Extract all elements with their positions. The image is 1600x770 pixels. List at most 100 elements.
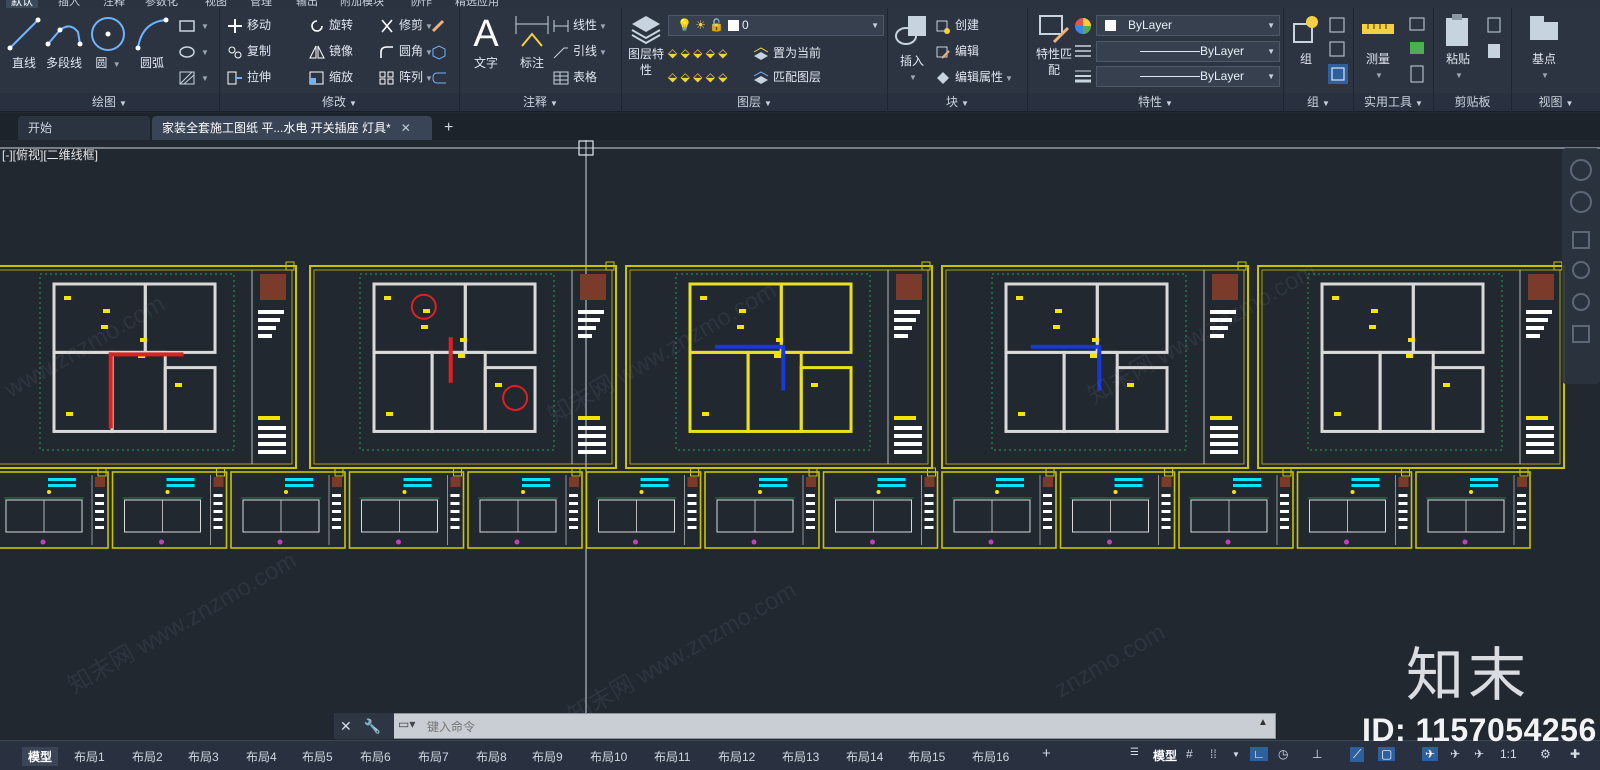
layer-properties-button[interactable]: 图层特性 (624, 12, 668, 78)
rectangle-button[interactable]: ▼ (178, 14, 209, 36)
menu-default[interactable]: 默认 (6, 0, 38, 8)
stretch-button[interactable]: 拉伸 (226, 66, 271, 88)
panel-view-title[interactable]: 视图 ▼ (1512, 93, 1600, 111)
tab-start[interactable]: 开始 (18, 116, 150, 140)
cad-canvas[interactable] (0, 140, 1600, 728)
grid-icon[interactable]: # (1186, 747, 1193, 761)
menu-output[interactable]: 输出 (296, 0, 318, 8)
annotation-visibility-icon[interactable]: ✈ (1422, 747, 1439, 761)
panel-annotation-title[interactable]: 注释 ▼ (460, 93, 621, 111)
layout-tab-11[interactable]: 布局11 (654, 748, 690, 765)
paste-button[interactable]: 粘贴 ▼ (1436, 12, 1480, 81)
text-button[interactable]: A 文字 (464, 12, 508, 71)
layout-tab-2[interactable]: 布局2 (132, 748, 163, 765)
status-menu-icon[interactable]: ☰ (1130, 747, 1139, 758)
snap-icon[interactable]: ⁞⁞ (1210, 747, 1217, 761)
menu-view[interactable]: 视图 (205, 0, 227, 8)
add-layout-button[interactable]: + (1042, 745, 1051, 762)
tab-drawing[interactable]: 家装全套施工图纸 平...水电 开关插座 灯具* ✕ (152, 116, 432, 140)
polar-icon[interactable]: ◷ (1278, 747, 1288, 761)
panel-draw-title[interactable]: 绘图 ▼ (0, 93, 219, 111)
wrench-icon[interactable]: 🔧 (364, 718, 381, 734)
explode-button[interactable] (430, 40, 451, 62)
layer-tools-row2[interactable]: ⬙ ⬙ ⬙ ⬙ ⬙ (668, 66, 727, 88)
panel-modify-title[interactable]: 修改 ▼ (220, 93, 459, 111)
erase-button[interactable] (430, 14, 451, 36)
edit-attributes-button[interactable]: 编辑属性 ▼ (934, 66, 1013, 88)
array-button[interactable]: 阵列 ▼ (378, 66, 433, 88)
osnap-icon[interactable]: ⟋ (1350, 747, 1365, 762)
gear-icon[interactable]: ⚙ (1540, 747, 1551, 761)
layout-tab-15[interactable]: 布局15 (908, 748, 945, 765)
edit-block-button[interactable]: 编辑 (934, 40, 979, 62)
layout-tab-12[interactable]: 布局12 (718, 748, 755, 765)
snap-caret-icon[interactable]: ▼ (1232, 750, 1240, 759)
layer-tools-row1[interactable]: ⬙ ⬙ ⬙ ⬙ ⬙ (668, 42, 727, 64)
new-tab-button[interactable]: + (444, 116, 453, 140)
annotation-autoscale-icon[interactable]: ✈ (1450, 747, 1460, 761)
layout-tab-9[interactable]: 布局9 (532, 748, 563, 765)
fillet-button[interactable]: 圆角 ▼ (378, 40, 433, 62)
leader-button[interactable]: 引线 ▼ (552, 40, 607, 62)
mirror-button[interactable]: 镜像 (308, 40, 353, 62)
measure-button[interactable]: 测量 ▼ (1356, 12, 1400, 81)
circle-button[interactable]: 圆 ▼ (86, 14, 130, 71)
drawing-viewport[interactable]: [-][俯视][二维线框] www.znzmo.com 知末网 www.znzm… (0, 140, 1600, 728)
layer-dropdown[interactable]: 💡 ☀ 🔓 0 ▼ (668, 15, 884, 36)
viewport-controls-label[interactable]: [-][俯视][二维线框] (2, 146, 98, 163)
dimension-button[interactable]: 标注 (510, 12, 554, 71)
move-button[interactable]: 移动 (226, 14, 271, 36)
layout-tab-1[interactable]: 布局1 (74, 748, 105, 765)
rotate-button[interactable]: 旋转 (308, 14, 353, 36)
panel-group-title[interactable]: 组 ▼ (1284, 93, 1353, 111)
menu-collaborate[interactable]: 协作 (410, 0, 432, 8)
polyline-button[interactable]: 多段线 (42, 14, 86, 71)
layout-tab-5[interactable]: 布局5 (302, 748, 333, 765)
command-input[interactable] (427, 718, 1247, 736)
menu-manage[interactable]: 管理 (250, 0, 272, 8)
layout-tab-4[interactable]: 布局4 (246, 748, 277, 765)
layout-tab-10[interactable]: 布局10 (590, 748, 627, 765)
menu-parametric[interactable]: 参数化 (145, 0, 178, 8)
command-expand-icon[interactable]: ▲ (1258, 717, 1268, 728)
utility-tools-icon[interactable] (1408, 16, 1428, 86)
layout-tab-model[interactable]: 模型 (22, 747, 59, 766)
arc-button[interactable]: 圆弧 (130, 14, 174, 71)
close-icon[interactable]: ✕ (401, 116, 411, 140)
layout-tab-13[interactable]: 布局13 (782, 748, 819, 765)
menu-annotate[interactable]: 注释 (103, 0, 125, 8)
panel-properties-title[interactable]: 特性 ▼ (1028, 93, 1283, 111)
scale-button[interactable]: 缩放 (308, 66, 353, 88)
plus-icon[interactable]: ✚ (1570, 747, 1580, 761)
line-button[interactable]: 直线 (2, 14, 46, 71)
trim-button[interactable]: 修剪 ▼ (378, 14, 433, 36)
lineweight-dropdown[interactable]: ByLayer ▼ (1096, 66, 1280, 87)
layout-tab-3[interactable]: 布局3 (188, 748, 219, 765)
annotation-scale-icon[interactable]: ✈ (1474, 747, 1484, 761)
layout-tab-7[interactable]: 布局7 (418, 748, 449, 765)
match-properties-button[interactable]: 特性匹配 (1032, 12, 1076, 78)
ortho-icon[interactable]: ∟ (1250, 747, 1268, 761)
menu-insert[interactable]: 插入 (58, 0, 80, 8)
menu-addins[interactable]: 附加模块 (340, 0, 384, 8)
panel-utilities-title[interactable]: 实用工具 ▼ (1354, 93, 1433, 111)
layout-tab-14[interactable]: 布局14 (846, 748, 883, 765)
group-tools-icon[interactable] (1328, 16, 1348, 86)
color-dropdown[interactable]: ByLayer ▼ (1096, 15, 1280, 36)
create-block-button[interactable]: 创建 (934, 14, 979, 36)
copy-clip-icon[interactable] (1486, 16, 1506, 66)
offset-button[interactable] (430, 66, 451, 88)
panel-clipboard-title[interactable]: 剪贴板 (1434, 93, 1511, 111)
isometric-icon[interactable]: ⊥ (1312, 747, 1322, 761)
base-point-button[interactable]: 基点 ▼ (1522, 12, 1566, 81)
layout-tab-6[interactable]: 布局6 (360, 748, 391, 765)
command-history-icon[interactable]: ▭▾ (398, 717, 415, 731)
linear-dim-button[interactable]: 线性 ▼ (552, 14, 607, 36)
panel-block-title[interactable]: 块 ▼ (888, 93, 1027, 111)
copy-button[interactable]: 复制 (226, 40, 271, 62)
close-command-icon[interactable]: ✕ (340, 718, 352, 734)
match-layer-button[interactable]: 匹配图层 (752, 66, 821, 88)
insert-block-button[interactable]: 插入 ▼ (890, 12, 934, 83)
linetype-dropdown[interactable]: ByLayer ▼ (1096, 41, 1280, 62)
otrack-icon[interactable]: ▢ (1378, 747, 1396, 761)
